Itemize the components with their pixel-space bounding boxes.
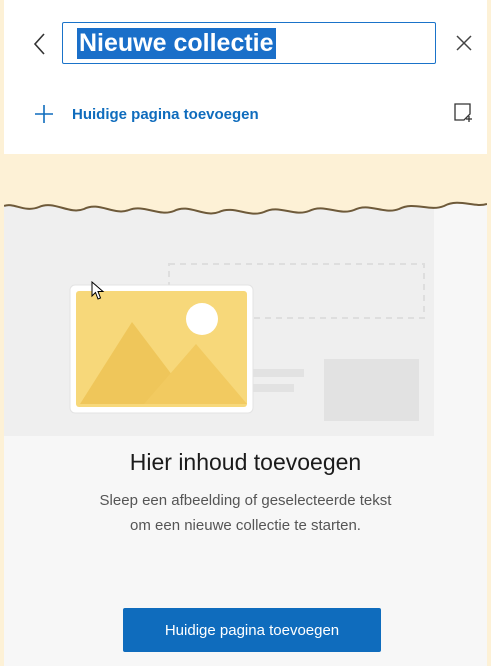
- collection-title-text: Nieuwe collectie: [77, 27, 276, 59]
- back-button[interactable]: [26, 26, 54, 62]
- empty-state-heading: Hier inhoud toevoegen: [129, 449, 362, 475]
- add-note-icon: [454, 103, 472, 122]
- chevron-left-icon: [33, 33, 45, 55]
- add-current-page-label: Huidige pagina toevoegen: [72, 105, 259, 123]
- collections-header: Nieuwe collectie Huidige pagina toevoege…: [4, 0, 487, 154]
- add-note-button[interactable]: [451, 100, 475, 126]
- collections-panel: Nieuwe collectie Huidige pagina toevoege…: [4, 0, 487, 666]
- close-icon: [456, 35, 472, 51]
- close-button[interactable]: [450, 28, 478, 58]
- empty-state-description: Sleep een afbeelding of geselecteerde te…: [99, 492, 392, 534]
- mouse-pointer-icon: [91, 281, 105, 300]
- collection-title-input[interactable]: Nieuwe collectie: [62, 22, 436, 64]
- empty-collection-illustration: [4, 154, 487, 436]
- add-current-page-button[interactable]: Huidige pagina toevoegen: [123, 608, 381, 652]
- plus-icon: [35, 105, 53, 123]
- add-current-page-link[interactable]: Huidige pagina toevoegen: [34, 100, 259, 128]
